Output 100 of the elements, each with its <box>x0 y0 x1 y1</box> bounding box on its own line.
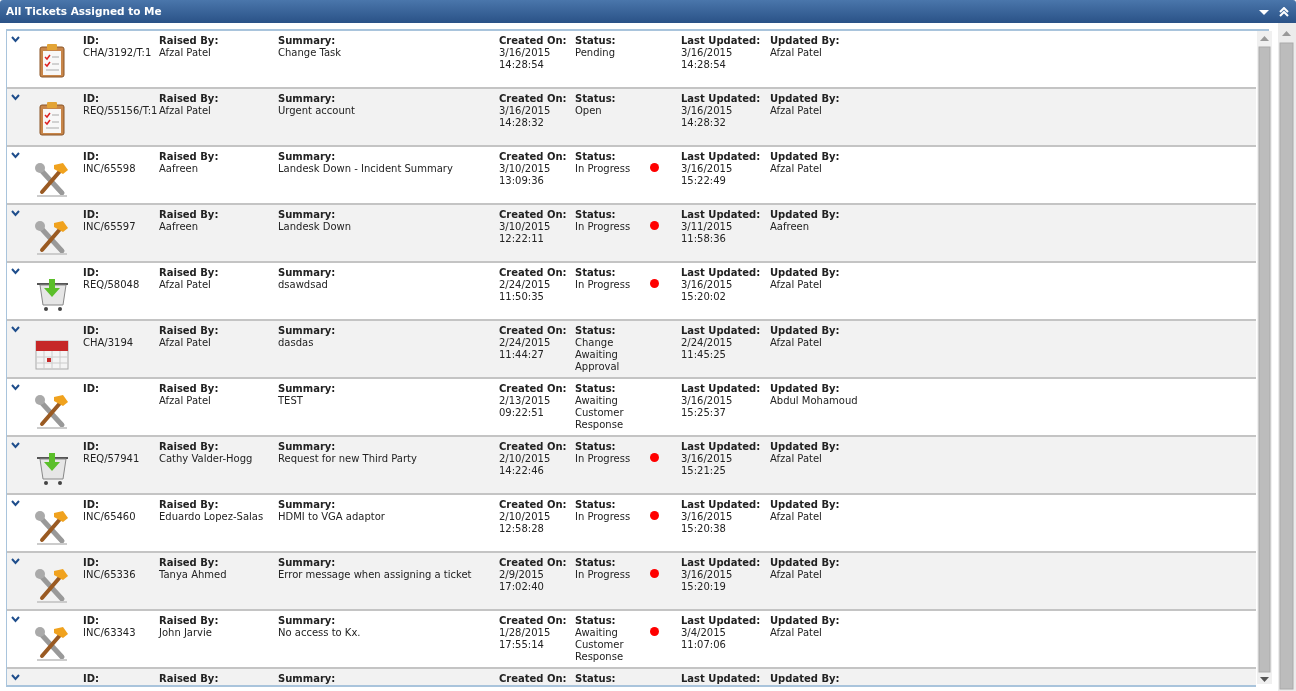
field-value: Error message when assigning a ticket <box>278 569 472 581</box>
field-label: Raised By: <box>159 673 219 685</box>
field-label: Summary: <box>278 267 336 279</box>
field-value: Afzal Patel <box>770 337 822 349</box>
collapse-icon[interactable] <box>1278 6 1290 17</box>
field-label: Status: <box>575 499 616 511</box>
field-value: 3/4/2015 <box>681 627 726 639</box>
expand-icon[interactable] <box>11 210 20 217</box>
field-value: Afzal Patel <box>159 279 211 291</box>
field-value: 3/11/2015 <box>681 221 733 233</box>
field-value: 3/16/2015 <box>681 279 733 291</box>
scrollbar[interactable] <box>1257 31 1272 684</box>
field-label: Last Updated: <box>681 325 761 337</box>
time-text: 09:22:51 <box>499 407 544 419</box>
field-value: 3/16/2015 <box>681 163 733 175</box>
status-text: Change Awaiting Approval <box>575 337 621 373</box>
field-value: 2/10/2015 <box>499 453 551 465</box>
field-value: Afzal Patel <box>770 627 822 639</box>
field-label: Updated By: <box>770 673 840 685</box>
field-label: Updated By: <box>770 325 840 337</box>
field-value: INC/65336 <box>83 569 136 581</box>
field-label: ID: <box>83 499 100 511</box>
field-label: Created On: <box>499 151 567 163</box>
expand-icon[interactable] <box>11 616 20 623</box>
field-label: Summary: <box>278 441 336 453</box>
expand-icon[interactable] <box>11 36 20 43</box>
expand-icon[interactable] <box>11 94 20 101</box>
status-text: In Progress <box>575 511 632 523</box>
field-label: Summary: <box>278 557 336 569</box>
field-label: Created On: <box>499 499 567 511</box>
field-label: Updated By: <box>770 93 840 105</box>
field-label: Raised By: <box>159 267 219 279</box>
field-value: TEST <box>278 395 303 407</box>
field-label: Status: <box>575 267 616 279</box>
field-value: Afzal Patel <box>770 105 822 117</box>
field-label: ID: <box>83 93 100 105</box>
field-label: Last Updated: <box>681 93 761 105</box>
field-label: Summary: <box>278 325 336 337</box>
status-text: In Progress <box>575 163 632 175</box>
field-value: 2/24/2015 <box>499 279 551 291</box>
field-label: Updated By: <box>770 615 840 627</box>
field-label: Created On: <box>499 325 567 337</box>
field-value: Afzal Patel <box>770 163 822 175</box>
expand-icon[interactable] <box>11 674 20 681</box>
field-label: Status: <box>575 673 616 685</box>
scrollbar[interactable] <box>1278 23 1296 691</box>
field-label: Raised By: <box>159 441 219 453</box>
time-text: 15:20:02 <box>681 291 726 303</box>
field-value: INC/63343 <box>83 627 136 639</box>
field-label: Summary: <box>278 93 336 105</box>
time-text: 17:55:14 <box>499 639 544 651</box>
field-value: Landesk Down - Incident Summary <box>278 163 453 175</box>
field-value: John Jarvie <box>159 627 212 639</box>
field-value: Landesk Down <box>278 221 352 233</box>
time-text: 11:58:36 <box>681 233 726 245</box>
field-label: ID: <box>83 267 100 279</box>
expand-icon[interactable] <box>11 268 20 275</box>
field-label: Last Updated: <box>681 209 761 221</box>
status-text: In Progress <box>575 279 632 291</box>
expand-icon[interactable] <box>11 442 20 449</box>
field-value: 2/24/2015 <box>499 337 551 349</box>
time-text: 13:09:36 <box>499 175 544 187</box>
expand-icon[interactable] <box>11 152 20 159</box>
field-label: Last Updated: <box>681 151 761 163</box>
time-text: 11:50:35 <box>499 291 544 303</box>
field-value: 3/10/2015 <box>499 163 551 175</box>
time-text: 15:22:49 <box>681 175 726 187</box>
field-value: Cathy Valder-Hogg <box>159 453 253 465</box>
field-value: Afzal Patel <box>159 105 211 117</box>
time-text: 11:07:06 <box>681 639 726 651</box>
field-value: Afzal Patel <box>159 47 211 59</box>
field-label: ID: <box>83 325 100 337</box>
field-label: Status: <box>575 93 616 105</box>
field-label: Raised By: <box>159 615 219 627</box>
field-label: Status: <box>575 557 616 569</box>
expand-icon[interactable] <box>11 558 20 565</box>
field-label: Status: <box>575 35 616 47</box>
field-label: Created On: <box>499 209 567 221</box>
field-label: ID: <box>83 383 100 395</box>
field-value: Afzal Patel <box>159 337 211 349</box>
field-label: Last Updated: <box>681 383 761 395</box>
field-label: ID: <box>83 209 100 221</box>
field-label: Summary: <box>278 499 336 511</box>
field-value: 3/16/2015 <box>681 453 733 465</box>
field-label: Last Updated: <box>681 557 761 569</box>
field-value: INC/65460 <box>83 511 136 523</box>
field-value: Afzal Patel <box>770 511 822 523</box>
field-label: Created On: <box>499 93 567 105</box>
field-label: Updated By: <box>770 209 840 221</box>
expand-icon[interactable] <box>11 500 20 507</box>
status-text: Pending <box>575 47 616 59</box>
field-label: Last Updated: <box>681 441 761 453</box>
field-label: Updated By: <box>770 557 840 569</box>
expand-icon[interactable] <box>11 384 20 391</box>
status-text: Open <box>575 105 603 117</box>
field-value: No access to Kx. <box>278 627 361 639</box>
expand-icon[interactable] <box>11 326 20 333</box>
field-label: ID: <box>83 615 100 627</box>
status-text: In Progress <box>575 569 632 581</box>
field-value: CHA/3192/T:1 <box>83 47 152 59</box>
